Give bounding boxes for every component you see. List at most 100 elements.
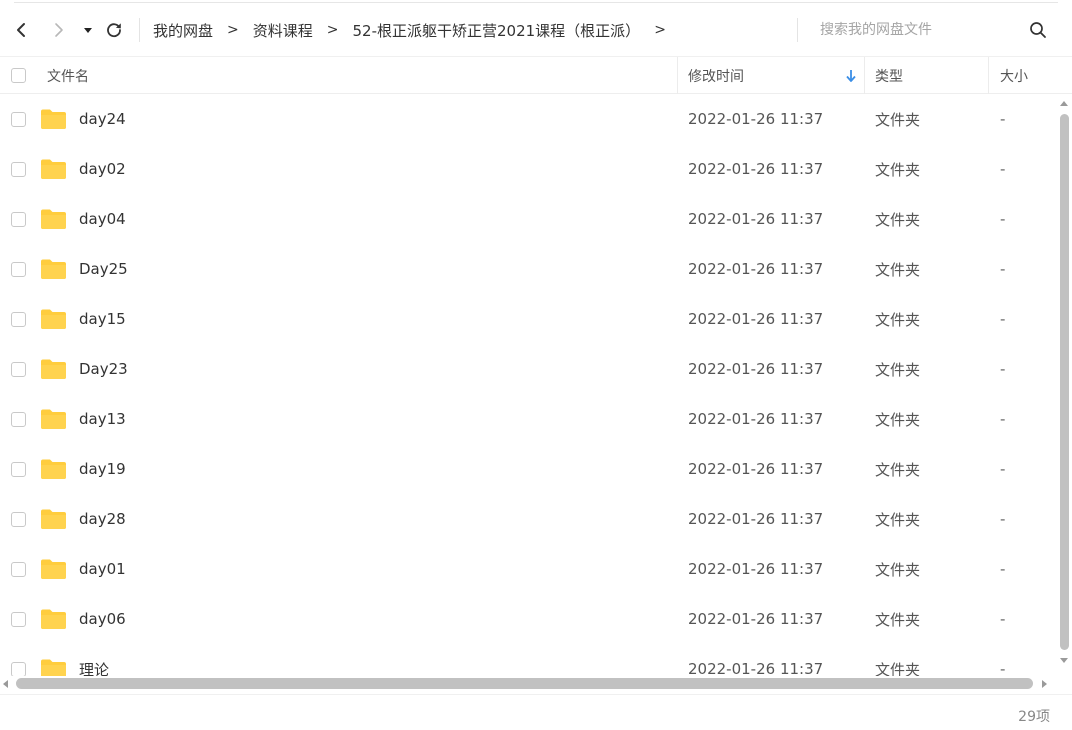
checkbox-box[interactable] [11,68,26,83]
toolbar-divider [139,18,140,42]
file-type: 文件夹 [875,460,921,479]
checkbox-box[interactable] [11,361,26,377]
history-dropdown-button[interactable] [78,18,98,42]
file-type: 文件夹 [875,360,921,379]
file-modified-time: 2022-01-26 11:37 [688,610,824,628]
checkbox-box[interactable] [11,511,26,527]
chevron-right-icon [55,23,63,37]
checkbox-box[interactable] [11,661,26,676]
sort-desc-icon[interactable] [845,57,857,94]
column-divider [864,57,865,94]
checkbox-box[interactable] [11,161,26,177]
vertical-scrollbar[interactable] [1056,94,1072,676]
row-checkbox[interactable] [11,144,26,194]
horizontal-scroll-thumb[interactable] [16,678,1033,689]
file-name[interactable]: 理论 [79,644,109,677]
file-name[interactable]: day02 [79,144,126,194]
file-name[interactable]: day13 [79,394,126,444]
search-icon[interactable] [1029,21,1047,43]
row-checkbox[interactable] [11,394,26,444]
file-type: 文件夹 [875,160,921,179]
file-row[interactable]: day01 2022-01-26 11:37 文件夹 - [0,544,1056,594]
column-header-type[interactable]: 类型 [875,57,903,94]
file-name[interactable]: day28 [79,494,126,544]
file-name[interactable]: day04 [79,194,126,244]
file-modified-time: 2022-01-26 11:37 [688,260,824,278]
row-checkbox[interactable] [11,544,26,594]
breadcrumb: 我的网盘 > 资料课程 > 52-根正派躯干矫正营2021课程（根正派） > [153,18,680,42]
file-size: - [1000,610,1006,628]
select-all-checkbox[interactable] [11,57,26,94]
back-button[interactable] [11,18,31,42]
refresh-button[interactable] [104,18,124,42]
breadcrumb-separator[interactable]: > [654,22,666,38]
horizontal-scrollbar[interactable] [0,676,1056,692]
scroll-right-arrow-icon[interactable] [1042,680,1047,688]
folder-icon [40,244,67,294]
file-name[interactable]: day06 [79,594,126,644]
breadcrumb-item-course-materials[interactable]: 资料课程 [253,20,313,41]
file-row[interactable]: 理论 2022-01-26 11:37 文件夹 - [0,644,1056,676]
file-modified-time: 2022-01-26 11:37 [688,460,824,478]
folder-icon [40,544,67,594]
checkbox-box[interactable] [11,311,26,327]
chevron-left-icon [17,23,25,37]
file-row[interactable]: Day25 2022-01-26 11:37 文件夹 - [0,244,1056,294]
breadcrumb-item-current-folder[interactable]: 52-根正派躯干矫正营2021课程（根正派） [353,20,641,41]
file-row[interactable]: day19 2022-01-26 11:37 文件夹 - [0,444,1056,494]
column-header-name[interactable]: 文件名 [47,57,89,94]
row-checkbox[interactable] [11,194,26,244]
file-name[interactable]: day01 [79,544,126,594]
folder-icon [40,94,67,144]
search-box [798,16,1058,44]
file-row[interactable]: day24 2022-01-26 11:37 文件夹 - [0,94,1056,144]
search-input[interactable] [798,17,998,43]
file-size: - [1000,460,1006,478]
scroll-down-arrow-icon[interactable] [1060,658,1068,663]
breadcrumb-item-root[interactable]: 我的网盘 [153,20,213,41]
scroll-left-arrow-icon[interactable] [3,680,8,688]
file-name[interactable]: day15 [79,294,126,344]
file-row[interactable]: Day23 2022-01-26 11:37 文件夹 - [0,344,1056,394]
row-checkbox[interactable] [11,594,26,644]
file-row[interactable]: day28 2022-01-26 11:37 文件夹 - [0,494,1056,544]
breadcrumb-separator: > [227,22,239,38]
file-row[interactable]: day06 2022-01-26 11:37 文件夹 - [0,594,1056,644]
folder-icon [40,494,67,544]
file-size: - [1000,660,1006,676]
file-name[interactable]: day19 [79,444,126,494]
checkbox-box[interactable] [11,411,26,427]
scroll-up-arrow-icon[interactable] [1060,101,1068,106]
file-row[interactable]: day13 2022-01-26 11:37 文件夹 - [0,394,1056,444]
row-checkbox[interactable] [11,444,26,494]
column-header-size[interactable]: 大小 [1000,57,1028,94]
vertical-scroll-thumb[interactable] [1060,114,1069,650]
file-row[interactable]: day15 2022-01-26 11:37 文件夹 - [0,294,1056,344]
checkbox-box[interactable] [11,261,26,277]
file-modified-time: 2022-01-26 11:37 [688,310,824,328]
row-checkbox[interactable] [11,494,26,544]
row-checkbox[interactable] [11,244,26,294]
forward-button[interactable] [49,18,69,42]
file-name[interactable]: Day23 [79,344,128,394]
folder-icon [40,594,67,644]
file-name[interactable]: Day25 [79,244,128,294]
row-checkbox[interactable] [11,294,26,344]
checkbox-box[interactable] [11,111,26,127]
file-row[interactable]: day04 2022-01-26 11:37 文件夹 - [0,194,1056,244]
status-bar: 29项 [0,694,1072,730]
row-checkbox[interactable] [11,344,26,394]
file-size: - [1000,360,1006,378]
checkbox-box[interactable] [11,611,26,627]
file-name[interactable]: day24 [79,94,126,144]
checkbox-box[interactable] [11,461,26,477]
row-checkbox[interactable] [11,644,26,676]
file-type: 文件夹 [875,510,921,529]
file-type: 文件夹 [875,210,921,229]
row-checkbox[interactable] [11,94,26,144]
checkbox-box[interactable] [11,561,26,577]
file-row[interactable]: day02 2022-01-26 11:37 文件夹 - [0,144,1056,194]
checkbox-box[interactable] [11,211,26,227]
column-header-modified[interactable]: 修改时间 [688,57,744,94]
file-modified-time: 2022-01-26 11:37 [688,160,824,178]
